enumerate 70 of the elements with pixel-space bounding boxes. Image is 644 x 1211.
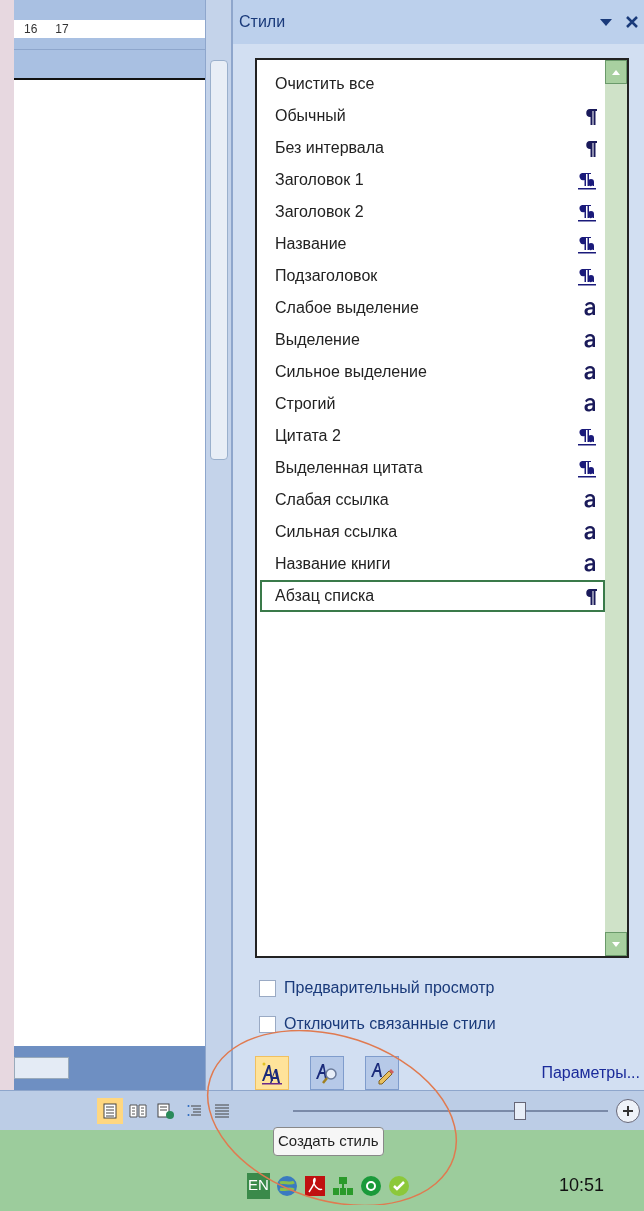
style-item[interactable]: Подзаголовок — [260, 260, 605, 292]
style-item[interactable]: Слабое выделение — [260, 292, 605, 324]
check-tray-icon[interactable] — [387, 1174, 410, 1197]
style-tool-button[interactable] — [255, 1056, 289, 1090]
style-item[interactable]: Выделение — [260, 324, 605, 356]
manage-styles-icon — [369, 1061, 395, 1085]
paragraph-mark-icon — [585, 587, 597, 605]
globe-tray-icon[interactable] — [275, 1174, 298, 1197]
style-item[interactable]: Слабая ссылка — [260, 484, 605, 516]
style-tool-button[interactable] — [365, 1056, 399, 1090]
list-scrollbar[interactable] — [605, 60, 627, 956]
character-style-icon — [583, 364, 597, 380]
page-layout-icon — [102, 1102, 118, 1119]
ruler-number: 17 — [55, 21, 69, 38]
outline-icon — [186, 1102, 202, 1119]
zoom-slider-thumb[interactable] — [513, 1101, 526, 1120]
style-item[interactable]: Название — [260, 228, 605, 260]
options-link[interactable]: Параметры... — [541, 1061, 640, 1085]
language-indicator[interactable]: EN — [247, 1172, 270, 1199]
linked-style-icon — [577, 170, 597, 190]
zoom-slider[interactable] — [293, 1100, 608, 1121]
scrollbar-thumb[interactable] — [209, 60, 228, 460]
style-item[interactable]: Обычный — [260, 100, 605, 132]
style-item[interactable]: Без интервала — [260, 132, 605, 164]
option-checkbox[interactable]: Отключить связанные стили — [259, 1012, 644, 1036]
horizontal-scrollbar-thumb[interactable] — [14, 1057, 69, 1079]
plus-icon — [622, 1104, 634, 1117]
style-item[interactable]: Заголовок 1 — [260, 164, 605, 196]
style-item[interactable]: Сильная ссылка — [260, 516, 605, 548]
ruler-number: 16 — [24, 21, 38, 38]
style-item[interactable]: Название книги — [260, 548, 605, 580]
linked-style-icon — [577, 202, 597, 222]
linked-style-icon — [577, 234, 597, 254]
draft-icon — [214, 1102, 230, 1119]
linked-style-icon — [577, 458, 597, 478]
web-layout-icon — [157, 1102, 175, 1119]
linked-style-icon — [577, 426, 597, 446]
dropdown-arrow-icon[interactable] — [600, 18, 612, 26]
paragraph-mark-icon — [585, 139, 597, 157]
vertical-scrollbar[interactable] — [205, 0, 232, 1090]
new-style-icon — [259, 1061, 285, 1085]
character-style-icon — [583, 492, 597, 508]
open-book-icon — [129, 1102, 147, 1119]
style-item[interactable]: Абзац списка — [260, 580, 605, 612]
pane-title: Стили — [239, 12, 287, 32]
style-item[interactable]: Очистить все — [260, 68, 605, 100]
option-checkbox[interactable]: Предварительный просмотр — [259, 976, 644, 1000]
tooltip: Создать стиль — [273, 1127, 384, 1156]
scroll-up-button[interactable] — [605, 60, 627, 84]
clock: 10:51 — [558, 1174, 604, 1197]
view-button[interactable] — [97, 1097, 123, 1124]
style-item[interactable]: Цитата 2 — [260, 420, 605, 452]
style-tool-button[interactable] — [310, 1056, 344, 1090]
style-item[interactable]: Сильное выделение — [260, 356, 605, 388]
network-tray-icon[interactable] — [331, 1174, 354, 1197]
character-style-icon — [583, 524, 597, 540]
character-style-icon — [583, 300, 597, 316]
style-inspector-icon — [314, 1061, 340, 1085]
style-item[interactable]: Заголовок 2 — [260, 196, 605, 228]
pdf-tray-icon[interactable] — [303, 1174, 326, 1197]
close-icon[interactable] — [626, 16, 638, 28]
paragraph-mark-icon — [585, 107, 597, 125]
linked-style-icon — [577, 266, 597, 286]
style-item[interactable]: Выделенная цитата — [260, 452, 605, 484]
style-item[interactable]: Строгий — [260, 388, 605, 420]
character-style-icon — [583, 332, 597, 348]
character-style-icon — [583, 396, 597, 412]
zoom-in-button[interactable] — [616, 1098, 640, 1123]
character-style-icon — [583, 556, 597, 572]
scroll-down-button[interactable] — [605, 932, 627, 956]
